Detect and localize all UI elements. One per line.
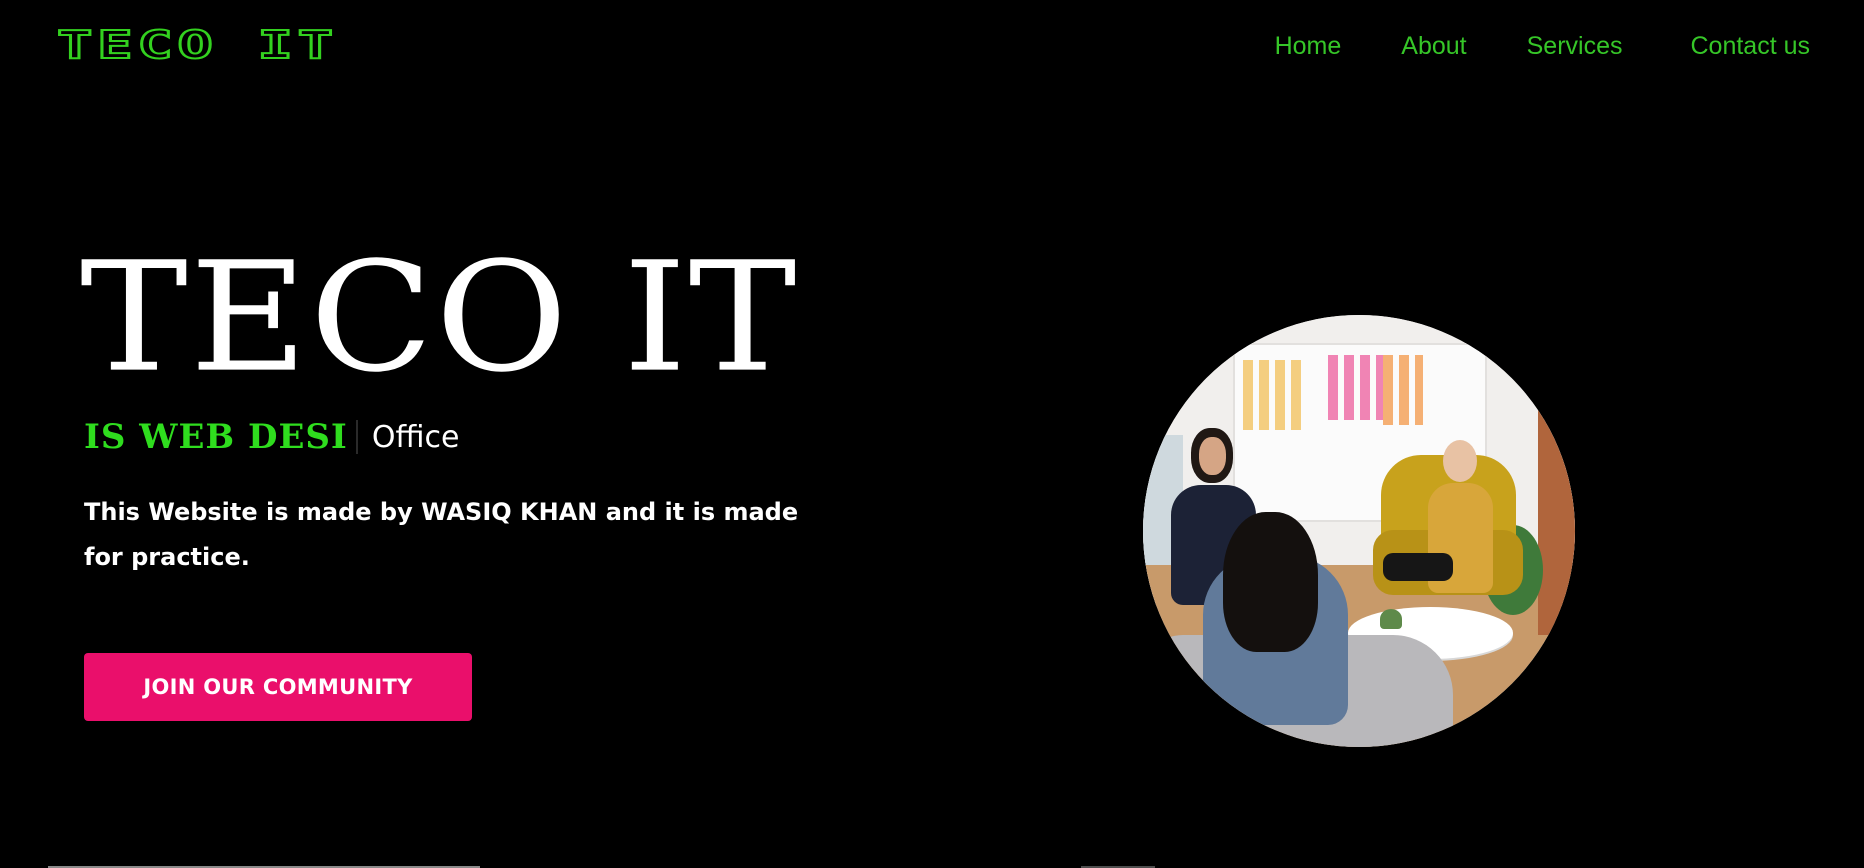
- tagline-static-word: Office: [371, 419, 460, 455]
- typing-tagline: IS WEB DESI Office: [84, 414, 459, 460]
- nav-services-link[interactable]: Services: [1527, 32, 1623, 61]
- hero-description: This Website is made by WASIQ KHAN and i…: [84, 498, 799, 571]
- hero-title: TECO IT: [80, 228, 799, 406]
- join-community-button[interactable]: JOIN OUR COMMUNITY: [84, 653, 472, 721]
- office-meeting-photo: [1143, 315, 1575, 747]
- main-nav: Home About Services Contact us: [1275, 26, 1810, 66]
- site-logo[interactable]: TECO IT: [55, 22, 338, 68]
- typed-text: IS WEB DESI: [84, 417, 348, 457]
- typing-cursor: [355, 420, 358, 454]
- nav-about-link[interactable]: About: [1401, 32, 1466, 61]
- nav-home-link[interactable]: Home: [1275, 32, 1342, 61]
- nav-contact-link[interactable]: Contact us: [1690, 32, 1810, 61]
